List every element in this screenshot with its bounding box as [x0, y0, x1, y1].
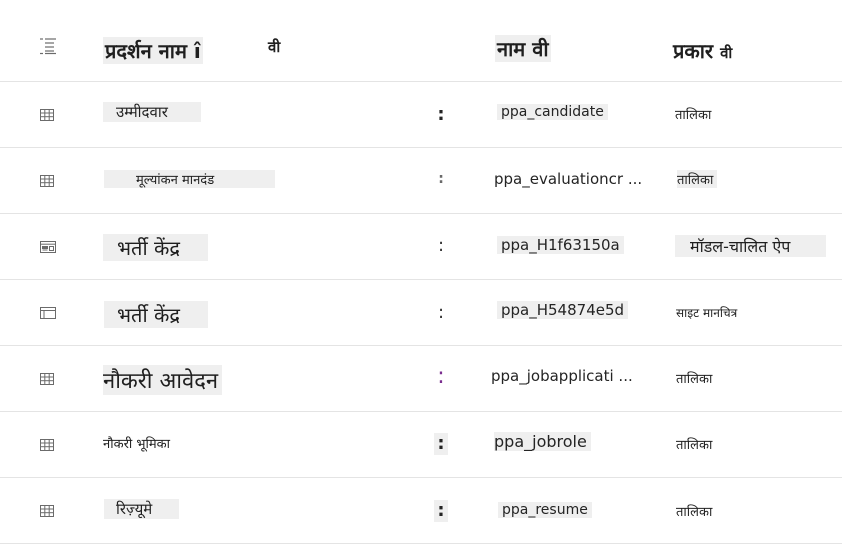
more-options-button[interactable]: :	[434, 366, 448, 388]
display-name-column-header[interactable]: प्रदर्शन नाम î	[103, 37, 203, 64]
type-label: तालिका	[676, 438, 713, 453]
table-row[interactable]: उम्मीदवार : ppa_candidate तालिका	[0, 82, 842, 148]
more-options-button[interactable]: :	[434, 302, 448, 324]
type-column-header[interactable]: प्रकार वी	[673, 37, 732, 64]
table-icon	[39, 173, 55, 189]
table-row[interactable]: मूल्यांकन मानदंड : ppa_evaluationcr ... …	[0, 148, 842, 214]
more-options-button[interactable]: :	[434, 500, 448, 522]
display-name-header-label: प्रदर्शन नाम	[105, 39, 187, 63]
type-header-extra: वी	[720, 44, 733, 62]
schema-name: ppa_candidate	[497, 104, 608, 120]
list-header: प्रदर्शन नाम î वी नाम वी प्रकार वी	[0, 15, 842, 82]
display-name-link[interactable]: उम्मीदवार	[103, 102, 201, 122]
table-icon	[39, 107, 55, 123]
display-name-link[interactable]: मूल्यांकन मानदंड	[104, 170, 275, 188]
table-row[interactable]: रिज़्यूमे : ppa_resume तालिका	[0, 478, 842, 544]
name-column-header[interactable]: नाम वी	[495, 35, 551, 62]
display-name-link[interactable]: नौकरी भूमिका	[103, 434, 170, 452]
more-options-button[interactable]: :	[434, 168, 448, 190]
type-header-label: प्रकार	[673, 39, 714, 63]
more-options-button[interactable]: :	[434, 433, 448, 455]
display-name-header-extra: वी	[268, 38, 281, 56]
type-label: साइट मानचित्र	[676, 306, 738, 320]
type-label: तालिका	[677, 170, 718, 188]
display-name-link[interactable]: भर्ती केंद्र	[104, 301, 208, 328]
model-driven-app-icon	[39, 239, 56, 255]
schema-name: ppa_H54874e5d	[497, 301, 629, 319]
table-row[interactable]: भर्ती केंद्र : ppa_H1f63150a मॉडल-चालित …	[0, 214, 842, 280]
display-name-link[interactable]: रिज़्यूमे	[104, 499, 179, 519]
type-label: मॉडल-चालित ऐप	[675, 235, 826, 257]
more-options-button[interactable]: :	[434, 235, 448, 257]
more-options-button[interactable]: :	[434, 104, 448, 126]
schema-name: ppa_resume	[498, 502, 592, 518]
table-row[interactable]: भर्ती केंद्र : ppa_H54874e5d साइट मानचित…	[0, 280, 842, 346]
display-name-link[interactable]: नौकरी आवेदन	[103, 365, 223, 395]
schema-name: ppa_jobrole	[494, 432, 591, 451]
table-icon	[39, 371, 55, 387]
type-label: तालिका	[676, 372, 713, 387]
table-icon	[39, 503, 55, 519]
table-icon	[39, 437, 55, 453]
type-label: तालिका	[676, 505, 713, 520]
schema-name: ppa_jobapplicati ...	[491, 367, 633, 385]
type-label: तालिका	[675, 108, 712, 123]
schema-name: ppa_H1f63150a	[497, 236, 624, 254]
sort-indicator-icon: î	[193, 39, 201, 63]
site-map-icon	[39, 305, 56, 321]
schema-name: ppa_evaluationcr ...	[494, 170, 643, 188]
table-row[interactable]: नौकरी आवेदन : ppa_jobapplicati ... तालिक…	[0, 346, 842, 412]
table-row[interactable]: नौकरी भूमिका : ppa_jobrole तालिका	[0, 412, 842, 478]
list-icon[interactable]	[39, 37, 56, 55]
display-name-link[interactable]: भर्ती केंद्र	[103, 234, 208, 261]
